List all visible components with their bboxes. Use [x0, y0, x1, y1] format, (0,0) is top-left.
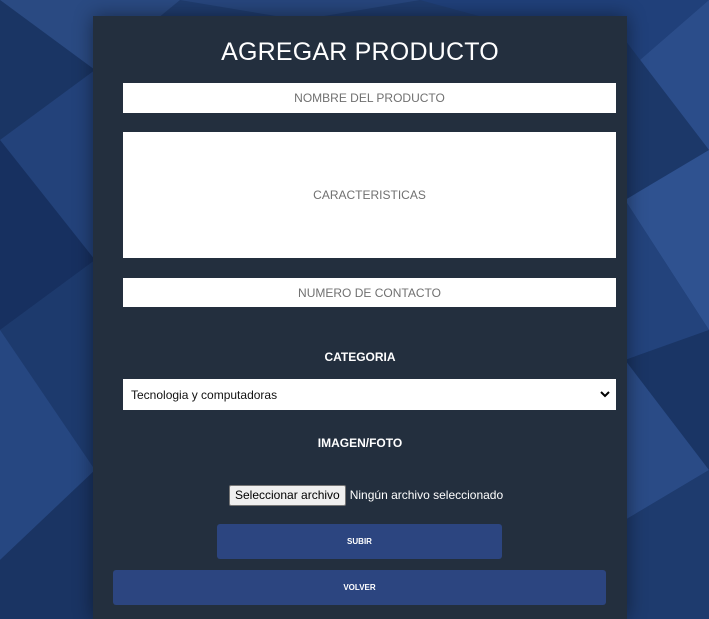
file-input: Seleccionar archivo Ningún archivo selec…	[229, 484, 503, 506]
image-label: IMAGEN/FOTO	[317, 436, 403, 450]
back-button[interactable]: VOLVER	[113, 570, 606, 605]
product-name-input[interactable]	[123, 83, 616, 113]
category-select[interactable]: Tecnologia y computadoras	[123, 379, 616, 410]
chevron-down-icon	[600, 391, 610, 398]
category-label: CATEGORIA	[324, 350, 396, 364]
contact-number-input[interactable]	[123, 278, 616, 307]
features-textarea[interactable]	[123, 132, 616, 258]
category-selected-value: Tecnologia y computadoras	[131, 388, 278, 402]
add-product-panel: AGREGAR PRODUCTO CATEGORIA Tecnologia y …	[93, 16, 627, 619]
submit-button[interactable]: SUBIR	[217, 524, 502, 559]
choose-file-button[interactable]: Seleccionar archivo	[229, 484, 346, 506]
page-title: AGREGAR PRODUCTO	[221, 38, 499, 66]
file-status-text: Ningún archivo seleccionado	[349, 488, 504, 502]
